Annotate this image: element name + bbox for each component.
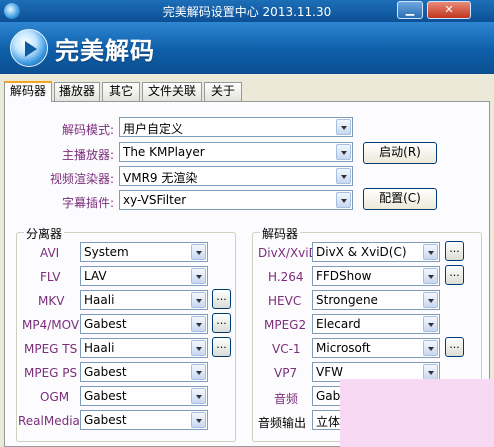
splitter-group-title: 分离器 [24,225,65,242]
chevron-down-icon[interactable] [423,292,438,308]
splitter-select-mpegts[interactable]: Haali [80,338,208,358]
chevron-down-icon[interactable] [423,364,438,380]
decoder-select-hevc[interactable]: Strongene [312,290,440,310]
chevron-down-icon[interactable] [423,340,438,356]
chevron-down-icon[interactable] [336,119,351,135]
splitter-value-avi: System [84,245,129,259]
overlay-patch [340,379,494,447]
decoder-group-title: 解码器 [260,225,301,242]
chevron-down-icon[interactable] [191,340,206,356]
h264-settings-button[interactable]: ... [445,265,464,285]
decoder-label-hevc: HEVC [268,294,302,308]
video-renderer-select[interactable]: VMR9 无渲染 [119,166,353,186]
splitter-label-mp4mov: MP4/MOV [22,318,80,332]
decoder-value-h264: FFDShow [316,269,372,283]
splitter-select-avi[interactable]: System [80,242,208,262]
configure-button[interactable]: 配置(C) [363,188,437,210]
decode-mode-value: 用户自定义 [123,122,184,136]
splitter-value-ogm: Gabest [84,389,127,403]
minimize-button[interactable]: ▁ [397,1,423,19]
tab-decoder[interactable]: 解码器 [4,81,52,102]
splitter-label-mpegts: MPEG TS [24,342,78,356]
mp4mov-settings-button[interactable]: ... [212,313,231,333]
header-banner: 完美解码 [0,22,494,74]
chevron-down-icon[interactable] [423,316,438,332]
decoder-value-vp7: VFW [316,365,343,379]
chevron-down-icon[interactable] [336,144,351,160]
subtitle-plugin-select[interactable]: xy-VSFilter [119,190,353,210]
splitter-label-ogm: OGM [40,390,70,404]
main-player-value: The KMPlayer [123,145,205,159]
brand-title: 完美解码 [55,37,155,65]
chevron-down-icon[interactable] [191,412,206,428]
chevron-down-icon[interactable] [423,244,438,260]
decoder-select-vc1[interactable]: Microsoft [312,338,440,358]
decoder-label-vc1: VC-1 [272,342,301,356]
decoder-label-h264: H.264 [268,270,304,284]
chevron-down-icon[interactable] [423,268,438,284]
splitter-value-realmedia: Gabest [84,413,127,427]
chevron-down-icon[interactable] [191,316,206,332]
splitter-value-mpegts: Haali [84,341,115,355]
divx-settings-button[interactable]: ... [445,241,464,261]
main-player-select[interactable]: The KMPlayer [119,142,353,162]
splitter-value-mkv: Haali [84,293,115,307]
decode-mode-select[interactable]: 用户自定义 [119,117,353,137]
video-renderer-value: VMR9 无渲染 [123,171,198,185]
close-button[interactable]: ✕ [427,1,471,19]
subtitle-plugin-value: xy-VSFilter [123,193,187,207]
launch-button[interactable]: 启动(R) [363,142,437,164]
video-renderer-label: 视频渲染器: [50,172,115,186]
decoder-value-audio-output: 立体 [316,415,341,429]
splitter-value-mp4mov: Gabest [84,317,127,331]
decoder-value-hevc: Strongene [316,293,378,307]
decoder-label-vp7: VP7 [274,366,298,380]
tab-player[interactable]: 播放器 [54,82,100,101]
chevron-down-icon[interactable] [336,192,351,208]
splitter-label-mkv: MKV [38,294,65,308]
splitter-value-mpegps: Gabest [84,365,127,379]
decoder-label-divx: DivX/XviD [258,246,318,260]
mkv-settings-button[interactable]: ... [212,289,231,309]
chevron-down-icon[interactable] [191,364,206,380]
splitter-select-mkv[interactable]: Haali [80,290,208,310]
title-bar: 完美解码设置中心 2013.11.30 ▁ ✕ [0,0,494,22]
mpegts-settings-button[interactable]: ... [212,337,231,357]
decoder-label-audio: 音频 [274,392,299,406]
tab-other[interactable]: 其它 [102,82,140,101]
decoder-select-mpeg2[interactable]: Elecard [312,314,440,334]
decoder-select-h264[interactable]: FFDShow [312,266,440,286]
chevron-down-icon[interactable] [191,244,206,260]
splitter-select-flv[interactable]: LAV [80,266,208,286]
splitter-select-realmedia[interactable]: Gabest [80,410,208,430]
subtitle-plugin-label: 字幕插件: [62,196,115,210]
decode-mode-label: 解码模式: [62,123,115,137]
splitter-label-avi: AVI [40,246,60,260]
tab-about[interactable]: 关于 [204,82,242,101]
decoder-label-mpeg2: MPEG2 [264,318,307,332]
splitter-value-flv: LAV [84,269,107,283]
tab-file-association[interactable]: 文件关联 [142,82,202,101]
splitter-select-mpegps[interactable]: Gabest [80,362,208,382]
vc1-settings-button[interactable]: ... [445,337,464,357]
decoder-label-audio-output: 音频输出 [258,416,307,430]
splitter-label-flv: FLV [40,270,61,284]
main-player-label: 主播放器: [62,148,115,162]
splitter-label-realmedia: RealMedia [18,414,80,428]
decoder-value-divx: DivX & XviD(C) [316,245,407,259]
chevron-down-icon[interactable] [336,168,351,184]
splitter-select-ogm[interactable]: Gabest [80,386,208,406]
chevron-down-icon[interactable] [191,388,206,404]
decoder-select-divx[interactable]: DivX & XviD(C) [312,242,440,262]
decoder-value-vc1: Microsoft [316,341,371,355]
chevron-down-icon[interactable] [191,268,206,284]
chevron-down-icon[interactable] [191,292,206,308]
splitter-select-mp4mov[interactable]: Gabest [80,314,208,334]
splitter-label-mpegps: MPEG PS [24,366,78,380]
play-disc-logo-icon [10,29,48,67]
decoder-value-mpeg2: Elecard [316,317,361,331]
